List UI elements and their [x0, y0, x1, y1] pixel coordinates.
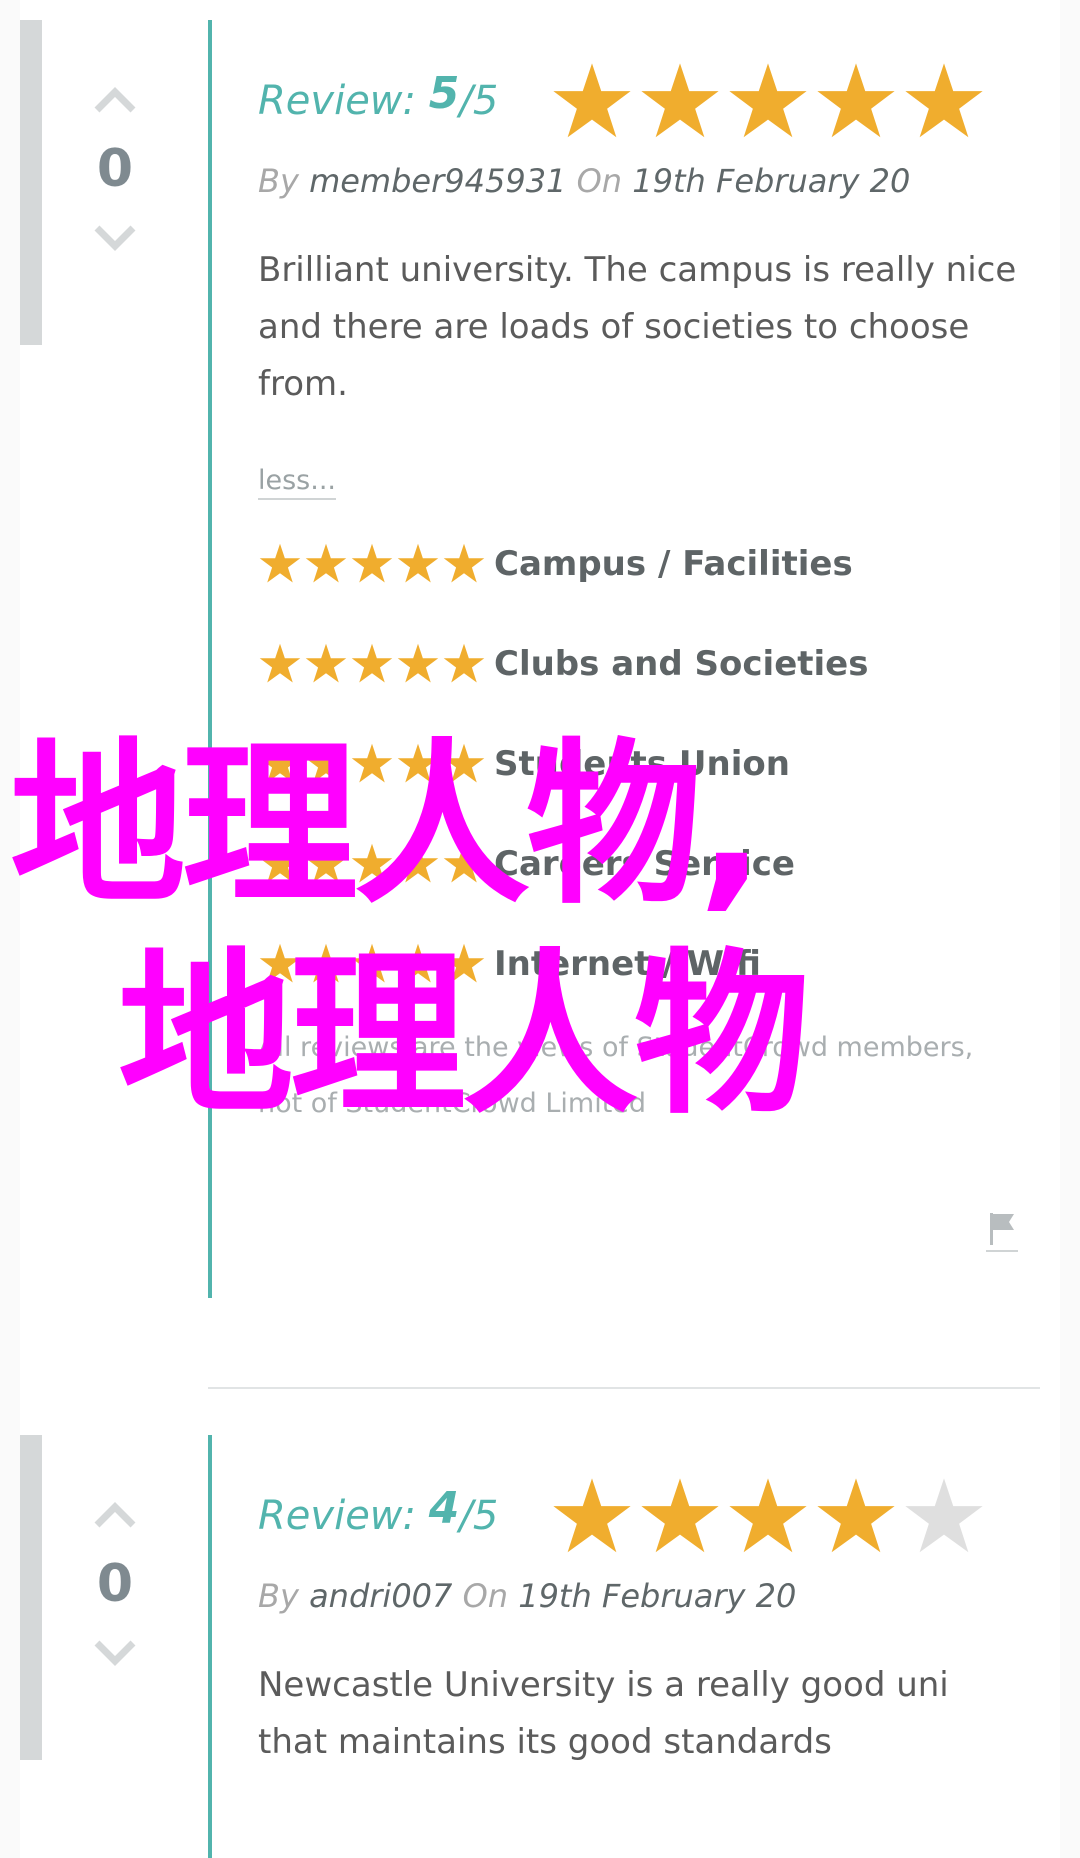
star-filled-icon — [553, 1478, 631, 1553]
vote-count: 0 — [96, 139, 134, 199]
star-filled-icon — [397, 643, 439, 683]
watermark-line-1: 地理人物, — [10, 723, 765, 928]
review-label: Review: — [258, 1493, 416, 1539]
review-accent-line — [208, 1435, 212, 1858]
category-label: Clubs and Societies — [494, 644, 869, 684]
downvote-button[interactable] — [92, 1633, 138, 1673]
star-filled-icon — [351, 643, 393, 683]
overall-rating-stars — [550, 60, 986, 144]
vote-bar — [20, 20, 42, 345]
review-text: Newcastle University is a really good un… — [258, 1665, 949, 1762]
star-filled-icon — [351, 543, 393, 583]
star-filled-icon — [443, 543, 485, 583]
author-name[interactable]: andri007 — [309, 1577, 452, 1615]
review-card: 0 Review: 4/5 By andri007 On 19th Februa… — [0, 1415, 1080, 1858]
review-header: Review: 5/5 — [258, 50, 1018, 150]
on-label: On — [462, 1577, 509, 1615]
review-score-value: 5 — [428, 68, 460, 119]
vote-controls: 0 — [80, 1495, 150, 1673]
star-filled-icon — [397, 543, 439, 583]
star-filled-icon — [729, 63, 807, 138]
chevron-up-icon — [94, 87, 136, 113]
review-score: 4/5 — [429, 1483, 499, 1539]
review-score-max: /5 — [459, 1493, 499, 1539]
vote-bar — [20, 1435, 42, 1760]
flag-icon — [990, 1212, 1014, 1245]
star-filled-icon — [817, 63, 895, 138]
review-divider — [208, 1387, 1040, 1389]
category-stars — [258, 542, 490, 586]
star-filled-icon — [259, 643, 301, 683]
star-filled-icon — [443, 643, 485, 683]
star-filled-icon — [641, 1478, 719, 1553]
vote-controls: 0 — [80, 80, 150, 258]
upvote-button[interactable] — [92, 80, 138, 120]
category-row: Clubs and Societies — [258, 614, 1018, 714]
on-label: On — [576, 162, 623, 200]
star-filled-icon — [305, 643, 347, 683]
review-body: Review: 4/5 By andri007 On 19th February… — [258, 1465, 1018, 1771]
star-filled-icon — [305, 543, 347, 583]
by-label: By — [258, 162, 299, 200]
star-filled-icon — [553, 63, 631, 138]
category-row: Campus / Facilities — [258, 514, 1018, 614]
review-byline: By member945931 On 19th February 20 — [258, 162, 1018, 200]
review-title: Review: 4/5 — [258, 1483, 499, 1540]
chevron-down-icon — [94, 225, 136, 251]
chevron-up-icon — [94, 1502, 136, 1528]
overall-rating-stars — [550, 1475, 986, 1559]
star-filled-icon — [259, 543, 301, 583]
upvote-button[interactable] — [92, 1495, 138, 1535]
author-name[interactable]: member945931 — [309, 162, 566, 200]
review-score: 5/5 — [429, 68, 499, 124]
category-label: Campus / Facilities — [494, 544, 853, 584]
by-label: By — [258, 1577, 299, 1615]
less-link[interactable]: less... — [258, 465, 336, 500]
review-label: Review: — [258, 78, 416, 124]
star-filled-icon — [641, 63, 719, 138]
review-score-max: /5 — [459, 78, 499, 124]
review-header: Review: 4/5 — [258, 1465, 1018, 1565]
downvote-button[interactable] — [92, 218, 138, 258]
star-filled-icon — [729, 1478, 807, 1553]
review-date: 19th February 20 — [518, 1577, 797, 1615]
review-score-value: 4 — [428, 1483, 460, 1534]
review-byline: By andri007 On 19th February 20 — [258, 1577, 1018, 1615]
star-filled-icon — [905, 63, 983, 138]
watermark-line-2: 地理人物 — [118, 933, 810, 1138]
report-button[interactable] — [986, 1210, 1018, 1252]
review-text: Brilliant university. The campus is real… — [258, 250, 1017, 404]
review-title: Review: 5/5 — [258, 68, 499, 125]
star-empty-icon — [905, 1478, 983, 1553]
chevron-down-icon — [94, 1640, 136, 1666]
review-date: 19th February 20 — [632, 162, 911, 200]
vote-count: 0 — [96, 1554, 134, 1614]
star-filled-icon — [817, 1478, 895, 1553]
category-stars — [258, 642, 490, 686]
